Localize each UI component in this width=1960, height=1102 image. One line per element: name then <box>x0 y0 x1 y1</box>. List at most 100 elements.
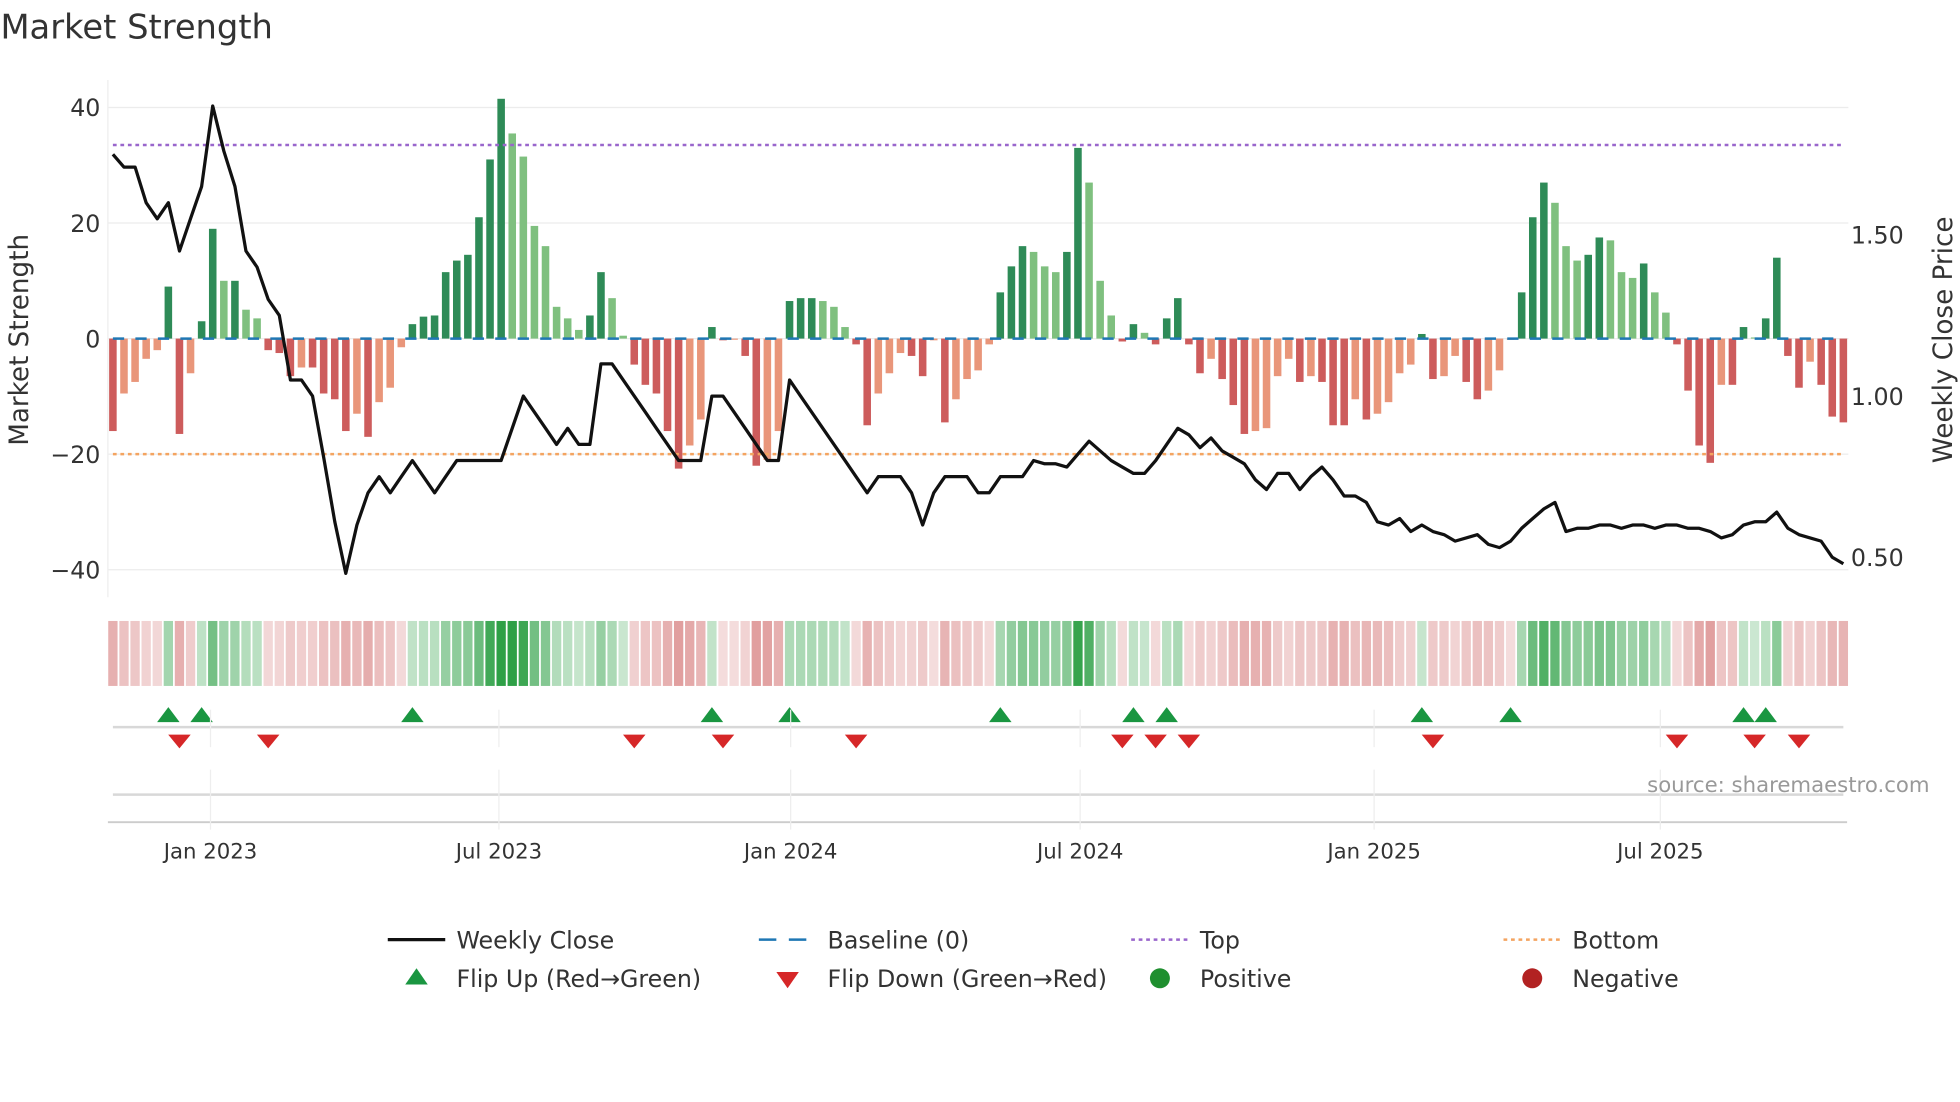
strip-cell <box>1128 620 1139 686</box>
strip-cell <box>1306 620 1316 686</box>
strength-bar <box>1284 338 1293 359</box>
strength-bar <box>153 338 162 351</box>
strength-bar <box>1296 338 1304 382</box>
y-tick-label: 40 <box>70 94 100 122</box>
strip-cell <box>1838 620 1849 686</box>
market-strength-chart: Market Strength 40200−20−401.501.000.50 … <box>0 8 1959 993</box>
legend-item: Weekly Close <box>387 926 614 954</box>
strength-bar <box>1795 338 1803 388</box>
strip-cell <box>662 620 673 686</box>
strip-cell <box>1295 620 1305 686</box>
strength-bar <box>1096 280 1104 339</box>
strength-bar <box>1218 338 1226 380</box>
strength-bar <box>397 338 406 348</box>
y2-tick-label: 1.50 <box>1851 222 1904 250</box>
strength-bar <box>608 298 616 339</box>
strength-bar <box>464 254 472 339</box>
strip-cell <box>452 620 462 686</box>
strength-bar <box>1140 332 1149 339</box>
strength-bar <box>120 338 128 394</box>
strip-cell <box>984 620 994 686</box>
strength-bar <box>386 338 394 388</box>
strip-cell <box>1572 620 1582 686</box>
strip-cell <box>673 620 684 686</box>
strength-bar <box>1018 246 1027 339</box>
strength-bar <box>1473 338 1482 400</box>
strength-bar <box>131 338 139 382</box>
strength-bar <box>1406 338 1415 365</box>
strip-cell <box>1505 620 1516 686</box>
strip-cell <box>1672 620 1682 686</box>
strength-bar <box>1007 266 1016 339</box>
strength-bar <box>1662 312 1670 339</box>
strength-bar <box>186 338 195 374</box>
flip-down-marker <box>1421 734 1445 749</box>
y-tick-label: 0 <box>85 325 100 353</box>
flip-up-marker <box>1410 707 1434 723</box>
strip-cell <box>1317 620 1327 686</box>
strength-bar <box>796 298 805 339</box>
strip-cell <box>219 620 229 686</box>
strip-cell <box>784 620 795 686</box>
strength-bar <box>308 338 317 368</box>
strength-bar <box>419 316 428 339</box>
flip-down-marker <box>1177 734 1201 749</box>
strip-cell <box>1616 620 1627 686</box>
strip-cell <box>1250 620 1261 686</box>
strength-bar <box>597 272 605 339</box>
strip-cell <box>651 620 662 686</box>
strength-bar <box>1052 272 1060 339</box>
strip-cell <box>540 620 551 686</box>
flip-up-marker <box>401 707 424 723</box>
flip-up-marker <box>1122 707 1145 723</box>
strength-bar <box>763 338 772 460</box>
strip-cell <box>1062 620 1072 686</box>
strength-bar <box>353 338 361 414</box>
strip-cell <box>474 620 484 686</box>
y-tick-label: −20 <box>50 441 100 469</box>
strip-cell <box>962 620 972 686</box>
strength-bar <box>841 327 849 339</box>
strength-bar <box>586 315 594 339</box>
strength-bar <box>896 338 905 354</box>
strength-bar <box>1351 338 1360 400</box>
strength-bar <box>1706 338 1715 463</box>
strip-cell <box>1683 620 1693 686</box>
strip-cell <box>1228 620 1238 686</box>
strip-cell <box>1040 620 1050 686</box>
strength-bar <box>1229 338 1238 406</box>
strength-bar <box>1684 338 1692 391</box>
strip-cell <box>1749 620 1760 686</box>
strength-bar <box>1806 338 1814 362</box>
strength-bar <box>475 217 483 339</box>
flip-up-marker <box>190 707 213 723</box>
strength-bar <box>1162 318 1171 339</box>
strength-bar <box>430 315 439 339</box>
strength-bar <box>197 321 206 339</box>
strip-cell <box>563 620 573 686</box>
strip-cell <box>895 620 906 686</box>
strip-cell <box>196 620 207 686</box>
strength-bar <box>1528 217 1537 339</box>
strength-bar <box>1584 254 1592 339</box>
strip-cell <box>1772 620 1782 686</box>
strip-cell <box>1173 620 1183 686</box>
flip-down-marker <box>844 734 868 749</box>
strength-bar <box>1262 338 1271 429</box>
strength-bar <box>1273 338 1282 377</box>
strip-cell <box>1583 620 1593 686</box>
strength-bar <box>885 338 894 374</box>
legend-item: Flip Down (Green→Red) <box>776 965 1107 993</box>
strip-cell <box>995 620 1005 686</box>
strip-cell <box>429 620 440 686</box>
strip-cell <box>1350 620 1360 686</box>
y2-tick-label: 0.50 <box>1851 544 1904 572</box>
strength-bar <box>1440 338 1448 377</box>
strip-cell <box>940 620 950 686</box>
chart-title: Market Strength <box>0 8 272 47</box>
strength-bar <box>275 338 284 354</box>
strip-cell <box>352 620 362 686</box>
strength-bar <box>1373 338 1382 414</box>
legend-item: Top <box>1131 926 1240 954</box>
strip-cell <box>1738 620 1749 686</box>
